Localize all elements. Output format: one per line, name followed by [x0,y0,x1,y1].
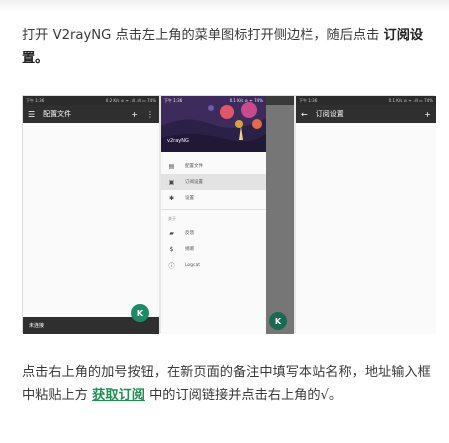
navigation-drawer: 下午 1:36 0.1 K/s ⊘ ᯤ 74% v2rayNG ▤ 配置文件 ▣… [161,96,266,334]
more-vert-icon[interactable]: ⋮ [146,110,154,119]
dim-status-bar [266,96,294,105]
status-time: 下午 1:36 [26,97,45,103]
status-bar: 下午 1:36 0.1 K/s ⊘ ᯤ .ıll ▭ 74% [296,96,436,105]
feedback-icon: ▰ [169,229,174,237]
intro-text: 打开 V2rayNG 点击左上角的菜单图标打开侧边栏，随后点击 [22,28,384,43]
outro-paragraph: 点击右上角的加号按钮，在新页面的备注中填写本站名称，地址输入框中粘贴上方 获取订… [22,361,437,407]
drawer-app-name: v2rayNG [167,138,189,144]
drawer-item-settings[interactable]: ✱ 设置 [161,190,266,206]
drawer-divider [161,209,266,210]
drawer-section-title: 关于 [168,216,176,221]
drawer-item-label: 反馈 [185,231,194,236]
status-time: 下午 1:36 [164,97,183,103]
gear-icon: ✱ [168,194,175,202]
drawer-item-logcat[interactable]: ⓘ Logcat [161,257,266,273]
drawer-item-donate[interactable]: $ 捐赠 [161,241,266,257]
outro-text-2: 中的订阅链接并点击右上角的√。 [144,388,343,403]
status-bar: 下午 1:36 0.2 K/s ⊘ ᯤ .ıll .ıll ▭ 74% [23,96,159,105]
status-icons: 0.2 K/s ⊘ ᯤ .ıll .ıll ▭ 74% [105,97,156,103]
connection-status: 未连接 [29,323,45,329]
status-icons: 0.1 K/s ⊘ ᯤ 74% [229,97,263,103]
drawer-item-feedback[interactable]: ▰ 反馈 [161,225,266,241]
dollar-icon: $ [169,245,174,253]
drawer-screen: K 下午 1:36 0.1 K/s ⊘ ᯤ 74% v2rayNG ▤ 配置文件… [161,96,294,334]
screenshot-figure: 下午 1:36 0.2 K/s ⊘ ᯤ .ıll .ıll ▭ 74% ☰ 配置… [22,95,436,334]
drawer-item-subscription[interactable]: ▣ 订阅设置 [161,174,266,190]
drawer-menu: ▤ 配置文件 ▣ 订阅设置 ✱ 设置 关于 ▰ 反馈 $ 捐赠 ⓘ Logcat [161,158,266,273]
plus-icon[interactable]: + [131,110,138,119]
subscription-icon: ▣ [168,178,175,186]
app-bar: ← 订阅设置 + [296,105,436,123]
status-time: 下午 1:36 [299,97,318,103]
v-logo-icon: K [269,312,287,330]
drawer-item-label: Logcat [185,262,201,268]
plus-icon[interactable]: + [424,110,431,119]
arrow-back-icon[interactable]: ← [301,110,308,119]
v-logo-icon[interactable]: K [131,304,149,322]
drawer-item-label: 设置 [185,196,194,201]
file-icon: ▤ [168,162,175,170]
drawer-item-label: 配置文件 [185,164,203,169]
drawer-item-label: 订阅设置 [185,180,203,185]
info-icon: ⓘ [168,262,175,270]
dim-overlay: K [266,96,294,334]
get-subscription-link[interactable]: 获取订阅 [92,388,145,403]
app-bar: ☰ 配置文件 + ⋮ [23,105,159,123]
intro-paragraph: 打开 V2rayNG 点击左上角的菜单图标打开侧边栏，随后点击 订阅设置。 [22,24,437,70]
app-bar-title: 订阅设置 [315,110,344,118]
app-bar-title: 配置文件 [43,110,72,118]
drawer-status-bar: 下午 1:36 0.1 K/s ⊘ ᯤ 74% [161,96,266,105]
subscription-screen: 下午 1:36 0.1 K/s ⊘ ᯤ .ıll ▭ 74% ← 订阅设置 + [296,96,436,334]
drawer-item-profiles[interactable]: ▤ 配置文件 [161,158,266,174]
profiles-screen: 下午 1:36 0.2 K/s ⊘ ᯤ .ıll .ıll ▭ 74% ☰ 配置… [23,96,159,334]
drawer-item-label: 捐赠 [185,247,194,252]
top-fade [0,0,449,12]
hamburger-icon[interactable]: ☰ [28,110,35,119]
drawer-header: 下午 1:36 0.1 K/s ⊘ ᯤ 74% v2rayNG [161,96,266,152]
status-icons: 0.1 K/s ⊘ ᯤ .ıll ▭ 74% [388,97,433,103]
